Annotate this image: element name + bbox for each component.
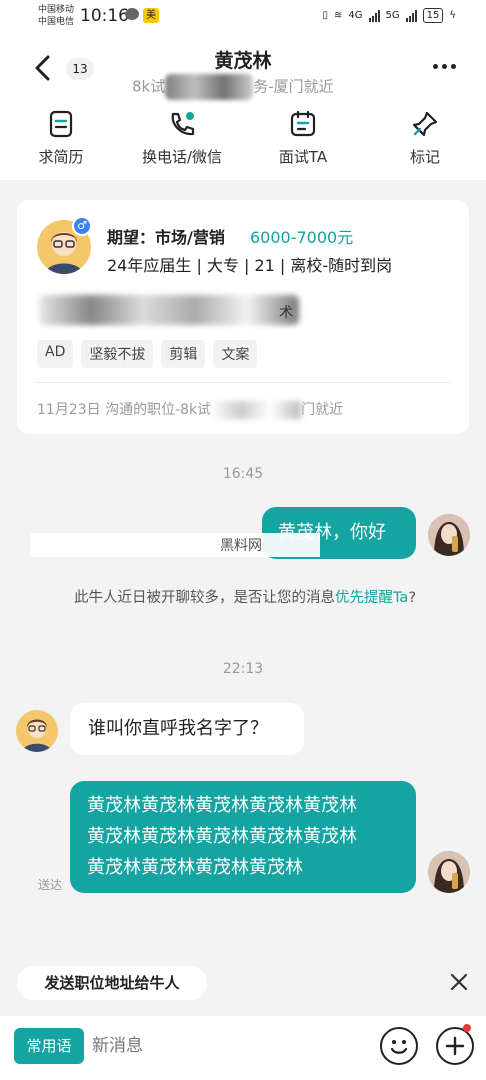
tag-item: 剪辑 [161,340,206,368]
redacted-blur [165,74,254,100]
wechat-icon [125,8,139,20]
request-resume-label: 求简历 [38,148,84,166]
user-avatar[interactable] [428,851,470,893]
meituan-icon: 美 [143,8,159,23]
sent-message-long[interactable]: 黄茂林黄茂林黄茂林黄茂林黄茂林 黄茂林黄茂林黄茂林黄茂林黄茂林 黄茂林黄茂林黄茂… [70,781,416,893]
signal-icon-2 [405,9,417,22]
message-line: 黄茂林黄茂林黄茂林黄茂林黄茂林 [87,826,357,847]
wifi-icon: ≋ [334,10,343,21]
exchange-contact-button[interactable]: 换电话/微信 [127,110,237,167]
exchange-contact-label: 换电话/微信 [141,148,223,166]
subtitle-start: 8k试 [132,77,166,96]
emoji-button[interactable] [380,1027,418,1065]
network-5g: 5G [385,10,400,21]
message-line: 黄茂林黄茂林黄茂林黄茂林黄茂林 [87,795,357,816]
carrier-2: 中国电信 [38,17,75,27]
candidate-summary: 24年应届生 | 大专 | 21 | 离校-随时到岗 [107,256,393,275]
tag-item: AD [37,340,74,368]
vibrate-icon: ▯ [322,10,329,21]
interview-button[interactable]: 面试TA [248,110,358,167]
phone-icon [171,112,195,136]
common-phrases-button[interactable]: 常用语 [14,1028,84,1064]
tag-item: 文案 [213,340,258,368]
timestamp: 16:45 [222,466,264,482]
mark-label: 标记 [409,148,440,166]
more-options-icon[interactable] [433,64,456,69]
candidate-chat-avatar[interactable] [16,710,58,752]
send-job-address-button[interactable]: 发送职位地址给牛人 [17,966,207,1000]
watermark-overlay: 黑料网 [30,533,320,557]
plus-icon [445,1036,465,1056]
male-gender-icon: ♂ [72,216,92,236]
network-4g: 4G [348,10,363,21]
battery-icon: 15 [422,8,444,23]
priority-notice: 此牛人近日被开聊较多，是否让您的消息优先提醒Ta? [60,587,430,609]
conversation-job-info: 11月23日 沟通的职位-8k试 门就近 [37,399,343,419]
chat-header: 13 黄茂林 8k试 务-厦门就近 求简历 换电话/微信 面试TA 标记 [0,34,486,180]
job-expectation: 期望：市场/营销 [107,228,225,247]
card-divider [35,382,451,383]
message-input[interactable] [92,1036,352,1056]
notice-text: 此牛人近日被开聊较多，是否让您的消息 [73,590,335,606]
priority-remind-link[interactable]: 优先提醒Ta [335,590,408,606]
redacted-skills-blur [39,295,299,325]
message-input-bar: 常用语 [0,1016,486,1080]
skills-text-end: 术 [279,305,293,321]
calendar-icon [290,110,316,137]
timestamp: 22:13 [222,661,264,677]
carrier-1: 中国移动 [38,5,75,15]
received-message[interactable]: 谁叫你直呼我名字了？ [70,703,304,755]
status-time: 10:16 [80,6,129,26]
carrier-info: 中国移动 中国电信 [38,4,74,28]
charging-icon: ϟ [449,10,456,21]
redacted-blur [211,401,302,419]
resume-icon [49,110,73,138]
footer-end: 门就近 [301,402,344,418]
emoji-icon [390,1040,408,1054]
add-more-button[interactable] [436,1027,474,1065]
subtitle-end: 务-厦门就近 [253,77,334,96]
contact-name: 黄茂林 [214,50,272,72]
message-line: 黄茂林黄茂林黄茂林黄茂林 [87,857,303,878]
tag-item: 坚毅不拔 [81,340,154,368]
pin-icon [412,111,438,137]
request-resume-button[interactable]: 求简历 [6,110,116,167]
status-bar: 中国移动 中国电信 10:16 美 ▯ ≋ 4G 5G 15 ϟ [0,0,486,34]
notification-dot [463,1024,471,1032]
interview-label: 面试TA [278,148,328,166]
mark-button[interactable]: 标记 [370,110,480,167]
candidate-profile-card[interactable]: ♂ 期望：市场/营销 6000-7000元 24年应届生 | 大专 | 21 |… [17,200,469,434]
expected-salary: 6000-7000元 [250,228,354,247]
notice-end: ? [408,590,417,606]
skill-tags: AD 坚毅不拔 剪辑 文案 [37,340,258,368]
watermark-text: 黑料网 [220,538,262,554]
action-bar: 求简历 换电话/微信 面试TA 标记 [0,110,486,170]
close-icon[interactable] [449,972,469,992]
signal-icon [368,9,380,22]
footer-start: 11月23日 沟通的职位-8k试 [37,402,212,418]
delivery-status: 送达 [38,878,63,892]
user-avatar[interactable] [428,514,470,556]
job-subtitle: 8k试 务-厦门就近 [132,74,334,100]
